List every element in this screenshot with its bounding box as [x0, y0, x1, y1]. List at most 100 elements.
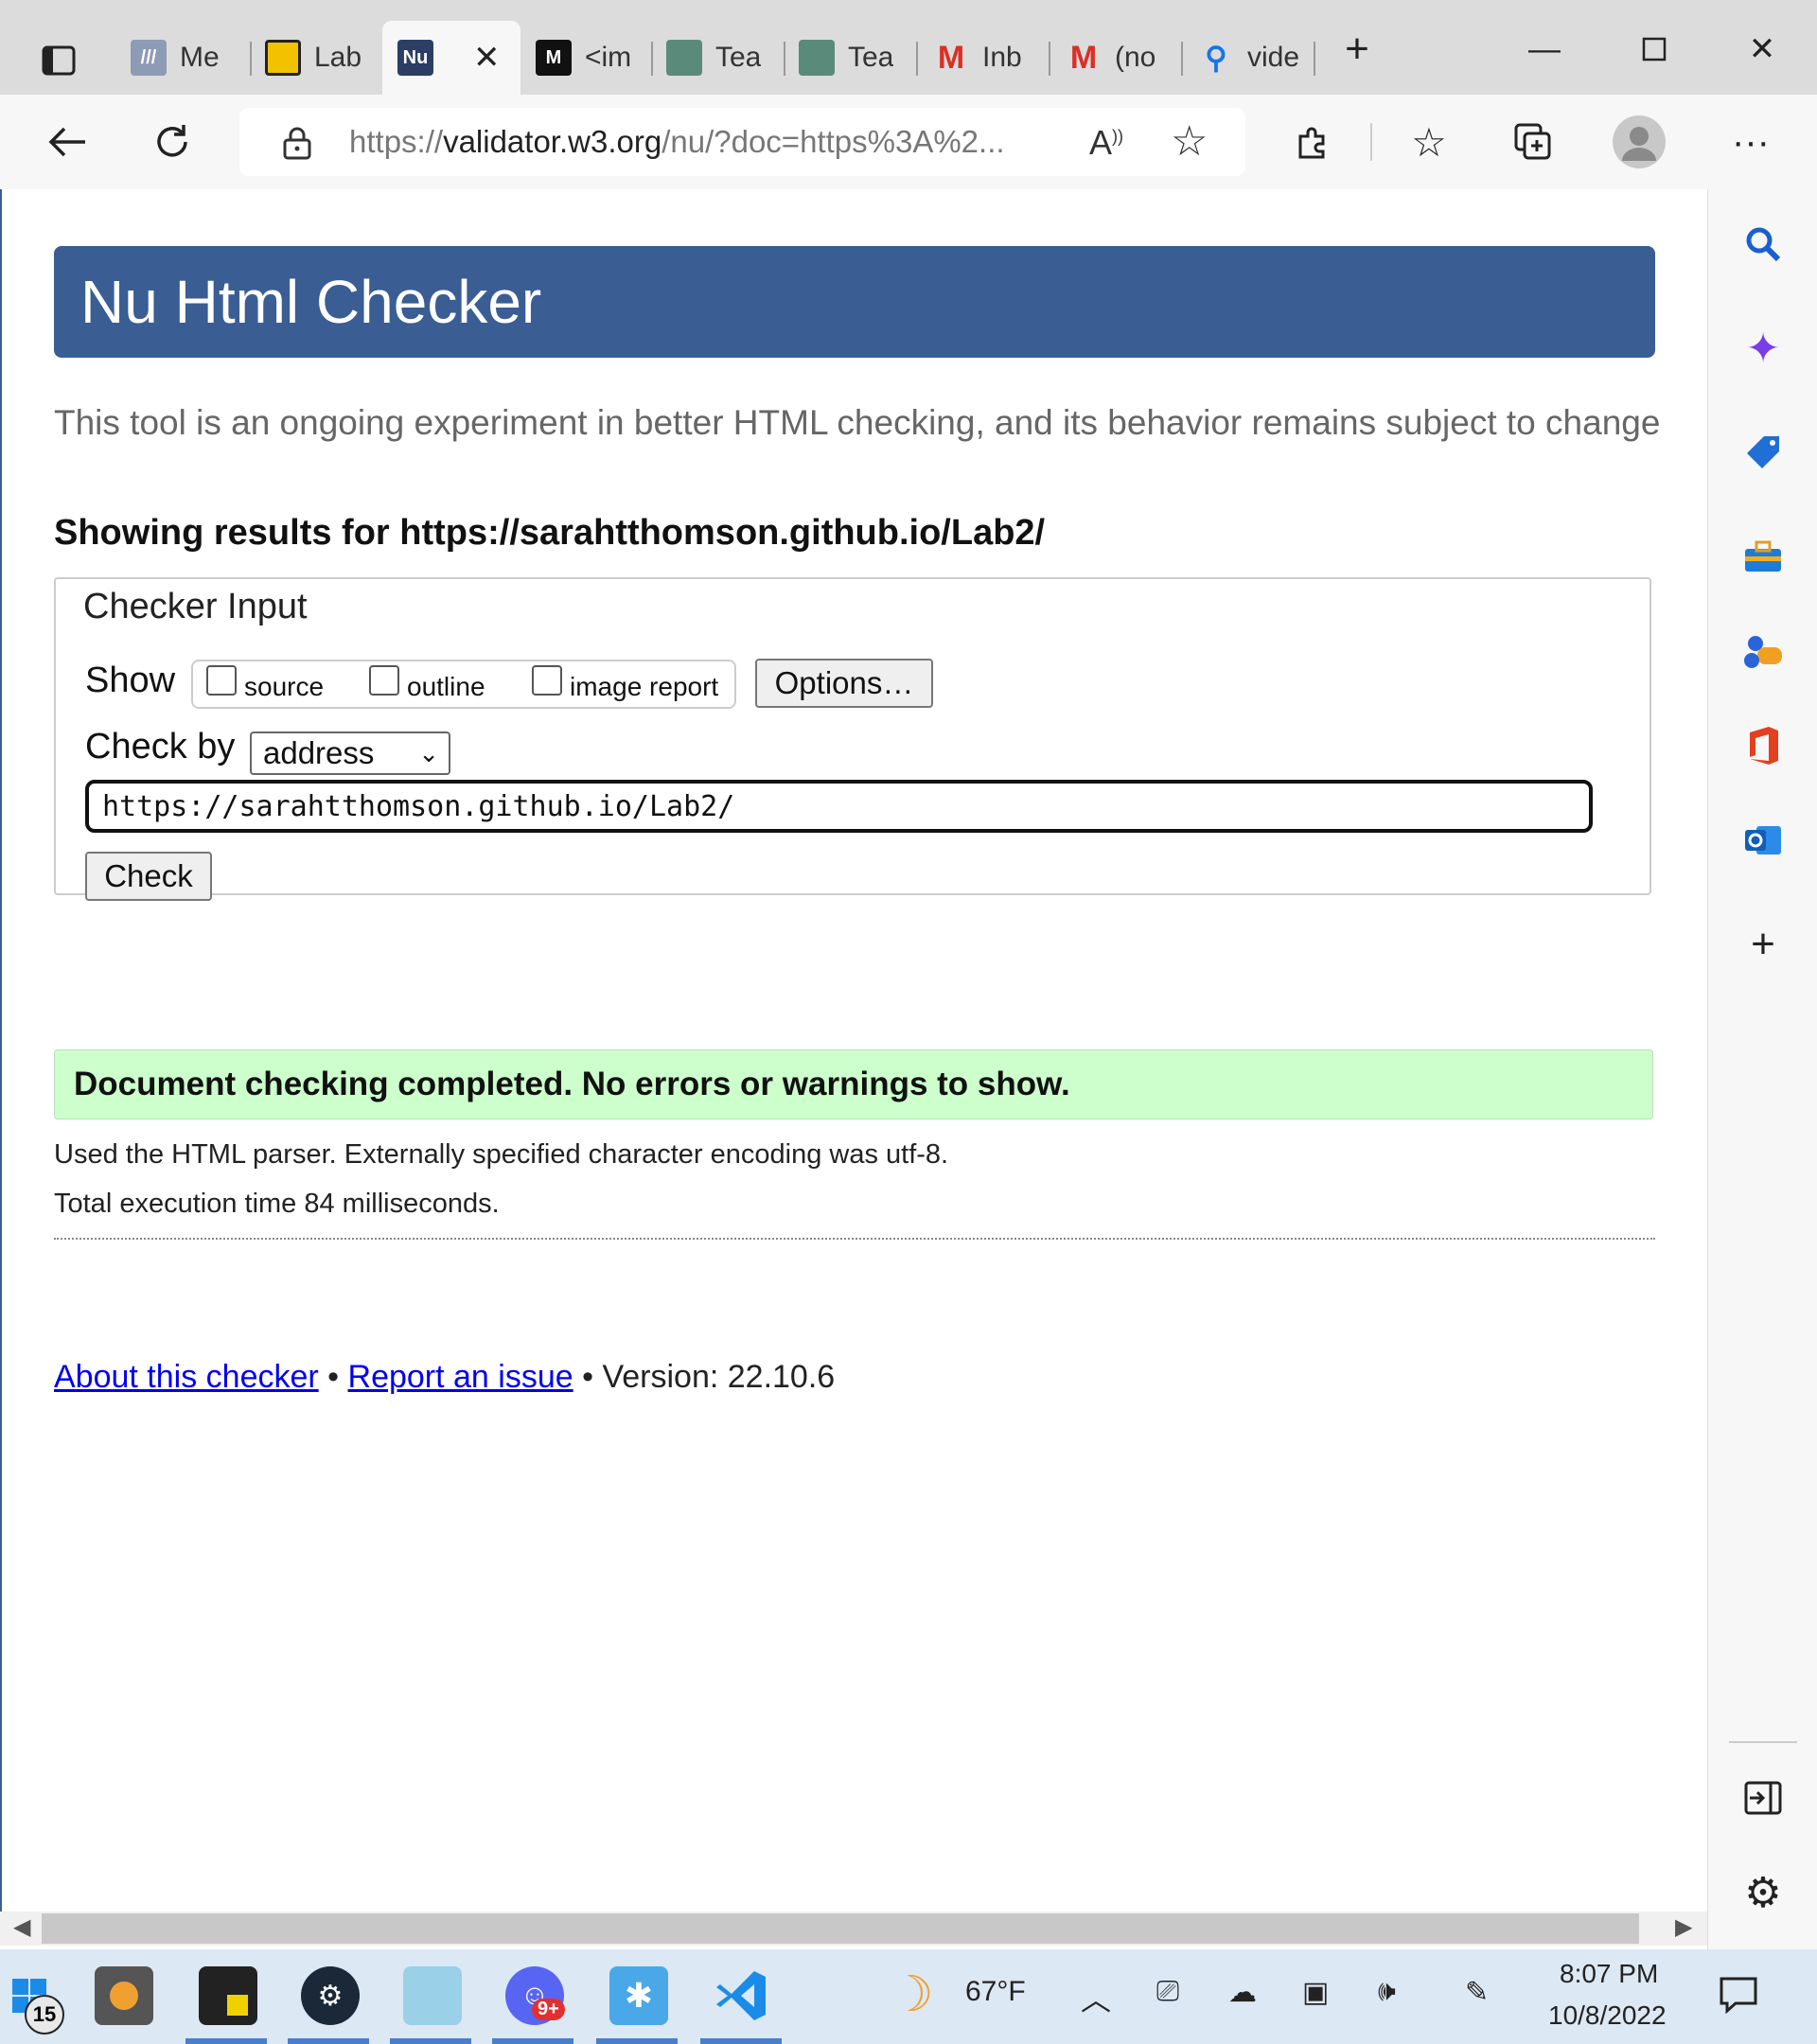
notepad-icon[interactable] [403, 1966, 462, 2025]
page-title: Nu Html Checker [80, 268, 542, 336]
lab-icon [265, 40, 301, 76]
start-button[interactable]: 15 [0, 1966, 64, 2035]
results-heading: Showing results for https://sarahtthomso… [54, 513, 1046, 553]
tab-7[interactable]: M Inb [933, 26, 1045, 89]
more-menu-icon[interactable]: ··· [1724, 115, 1777, 168]
edge-sidebar: ✦ + ⚙ [1707, 189, 1817, 1949]
source-checkbox[interactable] [206, 665, 237, 696]
tab-2[interactable]: Lab [265, 26, 375, 89]
weather-temp[interactable]: 67°F [965, 1976, 1026, 2008]
image-report-checkbox[interactable] [532, 665, 562, 696]
outline-checkbox[interactable] [369, 665, 399, 696]
clock-date[interactable]: 10/8/2022 [1548, 2000, 1667, 2031]
hide-sidebar-icon[interactable] [1737, 1771, 1790, 1824]
discord-badge: 9+ [532, 1999, 565, 2020]
read-aloud-icon[interactable]: A)) [1089, 123, 1123, 163]
tab-5[interactable]: Tea [666, 26, 782, 89]
footer: About this checker • Report an issue • V… [54, 1359, 835, 1396]
network-icon[interactable]: ▣ [1302, 1976, 1329, 2009]
refresh-button[interactable] [146, 115, 199, 168]
parser-info: Used the HTML parser. Externally specifi… [54, 1139, 949, 1170]
footer-bullet: • [327, 1359, 340, 1395]
media-app-icon[interactable] [95, 1966, 153, 2025]
shopping-icon[interactable] [1737, 426, 1790, 479]
browser-toolbar: https://validator.w3.org/nu/?doc=https%3… [0, 95, 1817, 190]
games-icon[interactable] [1737, 625, 1790, 678]
slack-icon[interactable]: ✱ [609, 1966, 668, 2025]
execution-time: Total execution time 84 milliseconds. [54, 1189, 500, 1219]
check-button[interactable]: Check [85, 852, 212, 901]
meet-now-icon[interactable]: ⎚ [1156, 1976, 1179, 2008]
success-text: Document checking completed. No errors o… [74, 1066, 1070, 1102]
gmail-icon: M [937, 39, 965, 76]
vscode-icon[interactable] [712, 1966, 770, 2025]
check-by-label: Check by [85, 727, 236, 766]
clock-time[interactable]: 8:07 PM [1560, 1959, 1658, 1989]
source-label[interactable]: source [244, 672, 324, 702]
add-favorite-icon[interactable]: ☆ [1171, 117, 1208, 166]
notifications-icon[interactable] [1719, 1976, 1758, 2021]
onedrive-icon[interactable]: ☁ [1228, 1976, 1257, 2009]
show-label: Show [85, 661, 176, 700]
search-icon[interactable] [1737, 218, 1790, 271]
collections-icon[interactable] [1507, 115, 1560, 168]
page-content: Nu Html Checker This tool is an ongoing … [0, 189, 1709, 1912]
add-sidebar-icon[interactable]: + [1737, 918, 1790, 971]
start-badge: 15 [25, 1995, 64, 2035]
weather-moon-icon[interactable]: ☽ [890, 1966, 934, 2023]
new-tab-button[interactable]: + [1329, 26, 1385, 72]
report-issue-link[interactable]: Report an issue [348, 1359, 573, 1395]
url-input[interactable]: https://sarahtthomson.github.io/Lab2/ [85, 780, 1593, 833]
validator-icon: Nu [397, 40, 433, 76]
mediaplus-icon: /// [131, 40, 167, 76]
tea-icon [799, 40, 835, 76]
tab-4[interactable]: M <im [536, 26, 644, 89]
scroll-left-icon[interactable]: ◀ [13, 1913, 30, 1941]
settings-icon[interactable]: ⚙ [1737, 1866, 1790, 1919]
maximize-button[interactable] [1626, 28, 1683, 70]
favorites-icon[interactable]: ☆ [1402, 115, 1455, 168]
extensions-icon[interactable] [1285, 115, 1338, 168]
outline-label[interactable]: outline [407, 672, 485, 702]
intro-text: This tool is an ongoing experiment in be… [54, 403, 1661, 442]
close-window-button[interactable]: ✕ [1734, 28, 1791, 70]
show-hidden-icons[interactable]: ︿ [1081, 1976, 1111, 2019]
image-report-label[interactable]: image report [570, 672, 718, 702]
chevron-down-icon: ⌄ [418, 739, 439, 767]
tab-6[interactable]: Tea [799, 26, 914, 89]
steam-icon[interactable]: ⚙ [301, 1966, 360, 2025]
m-icon: M [536, 40, 572, 76]
tea-icon [666, 40, 702, 76]
checker-input-legend: Checker Input [78, 587, 313, 627]
tab-3-active[interactable]: Nu ✕ [397, 26, 511, 89]
discord-icon[interactable]: ☺ 9+ [505, 1966, 565, 2025]
close-tab-icon[interactable]: ✕ [473, 39, 501, 77]
sticky-notes-icon[interactable] [199, 1966, 257, 2025]
options-button[interactable]: Options… [755, 659, 933, 708]
tools-icon[interactable] [1737, 530, 1790, 583]
scroll-right-icon[interactable]: ▶ [1675, 1913, 1692, 1941]
outlook-icon[interactable] [1737, 814, 1790, 867]
lock-icon[interactable] [283, 126, 311, 160]
scrollbar-thumb[interactable] [42, 1913, 1639, 1944]
profile-avatar[interactable] [1613, 115, 1666, 168]
address-url[interactable]: https://validator.w3.org/nu/?doc=https%3… [349, 124, 1087, 160]
check-by-value: address [263, 735, 375, 770]
minimize-button[interactable]: — [1516, 28, 1573, 70]
tab-actions-icon[interactable] [32, 34, 85, 87]
volume-icon[interactable]: 🕪 [1378, 1976, 1396, 2008]
tab-8[interactable]: M (no [1066, 26, 1181, 89]
office-icon[interactable] [1737, 719, 1790, 772]
address-bar[interactable]: https://validator.w3.org/nu/?doc=https%3… [239, 108, 1245, 176]
copilot-icon[interactable]: ✦ [1737, 322, 1790, 375]
success-message: Document checking completed. No errors o… [54, 1049, 1653, 1119]
back-button[interactable] [42, 115, 95, 168]
about-link[interactable]: About this checker [54, 1359, 319, 1395]
tab-1[interactable]: /// Me [131, 26, 244, 89]
tab-9[interactable]: ⚲ vide [1198, 26, 1310, 89]
check-by-select[interactable]: address ⌄ [250, 731, 450, 775]
taskbar: 15 ⚙ ☺ 9+ ✱ ☽ 67°F ︿ ⎚ ☁ ▣ 🕪 ✎ 8:07 PM 1… [0, 1949, 1817, 2044]
gmail-icon: M [1069, 39, 1098, 76]
divider [54, 1238, 1655, 1240]
pen-icon[interactable]: ✎ [1465, 1976, 1489, 2009]
